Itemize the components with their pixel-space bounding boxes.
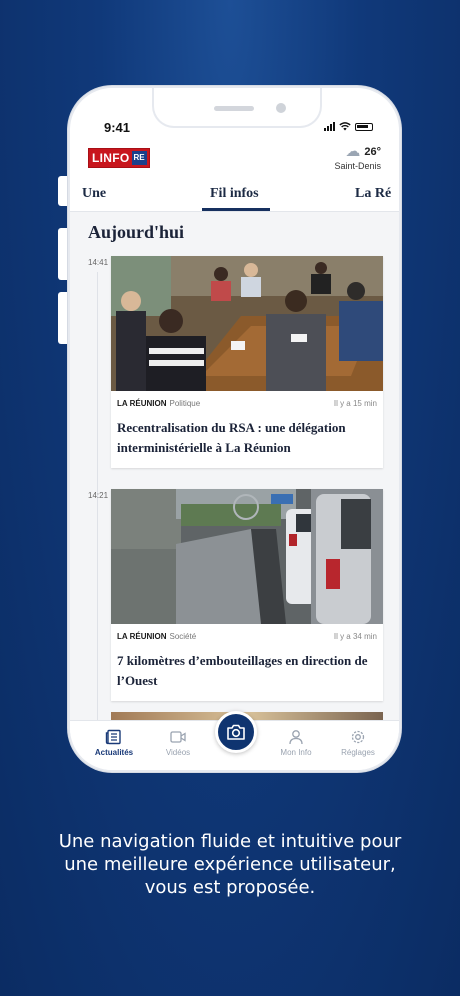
app-header: LINFO RE ☁ 26° Saint-Denis [70,144,399,180]
article-card[interactable]: LA RÉUNION Politique Il y a 15 min Recent… [111,256,383,468]
nav-videos[interactable]: Vidéos [148,729,208,757]
signal-icon [324,122,335,131]
article-image [111,256,383,391]
nav-actualites[interactable]: Actualités [84,729,144,757]
tab-la-reunion[interactable]: La Ré [355,186,391,202]
nav-reglages[interactable]: Réglages [328,729,388,757]
promo-line: vous est proposée. [144,877,316,898]
phone-notch [152,88,322,128]
article-meta: LA RÉUNION Société Il y a 34 min [111,624,383,641]
bottom-navigation: Actualités Vidéos Mon Info Réglages [70,711,399,770]
article-card[interactable]: LA RÉUNION Société Il y a 34 min 7 kilomè… [111,489,383,701]
nav-mon-info[interactable]: Mon Info [266,729,326,757]
article-time: 14:21 [88,491,109,500]
newspaper-icon [105,729,121,745]
article-region: LA RÉUNION [117,632,167,641]
linfo-logo[interactable]: LINFO RE [88,148,150,168]
nav-label: Actualités [94,748,134,757]
speaker-grille [214,106,254,111]
camera-icon [227,724,245,740]
battery-icon [355,122,373,131]
article-ago: Il y a 15 min [333,399,377,408]
article-meta: LA RÉUNION Politique Il y a 15 min [111,391,383,408]
tab-fil-infos[interactable]: Fil infos [210,186,259,202]
weather-city: Saint-Denis [334,161,381,171]
gear-icon [351,730,365,744]
article-headline[interactable]: Recentralisation du RSA : une délégation… [111,408,383,468]
promo-caption: Une navigation fluide et intuitive pour … [0,830,460,899]
nav-label: Mon Info [280,748,312,757]
tab-une[interactable]: Une [82,186,106,202]
rain-cloud-icon: ☁ [345,143,361,160]
status-icons [324,122,373,131]
user-icon [289,730,303,745]
article-ago: Il y a 34 min [333,632,377,641]
day-title: Aujourd'hui [88,222,185,242]
logo-suffix: RE [131,151,147,165]
weather-temperature: 26° [364,145,381,158]
wifi-icon [339,122,351,131]
phone-frame: 9:41 LINFO RE ☁ 26° Saint-Denis Une Fil … [68,86,401,772]
article-category: Politique [169,399,201,408]
weather-widget[interactable]: ☁ 26° Saint-Denis [334,144,381,171]
status-time: 9:41 [104,120,131,135]
promo-line: une meilleure expérience utilisateur, [64,854,396,875]
article-headline[interactable]: 7 kilomètres d’embouteillages en directi… [111,641,383,701]
article-time: 14:41 [88,258,109,267]
article-image [111,489,383,624]
article-region: LA RÉUNION [117,399,167,408]
active-tab-indicator [202,208,270,211]
section-tabs: Une Fil infos La Ré [70,182,399,212]
article-category: Société [169,632,197,641]
nav-label: Vidéos [165,748,191,757]
news-feed[interactable]: Aujourd'hui 14:41 LA RÉUNION Politique I… [70,212,399,720]
video-icon [170,731,186,743]
promo-line: Une navigation fluide et intuitive pour [58,831,402,852]
logo-text: LINFO [92,151,130,165]
nav-label: Réglages [341,748,375,757]
front-camera [276,103,286,113]
camera-button[interactable] [215,711,257,753]
